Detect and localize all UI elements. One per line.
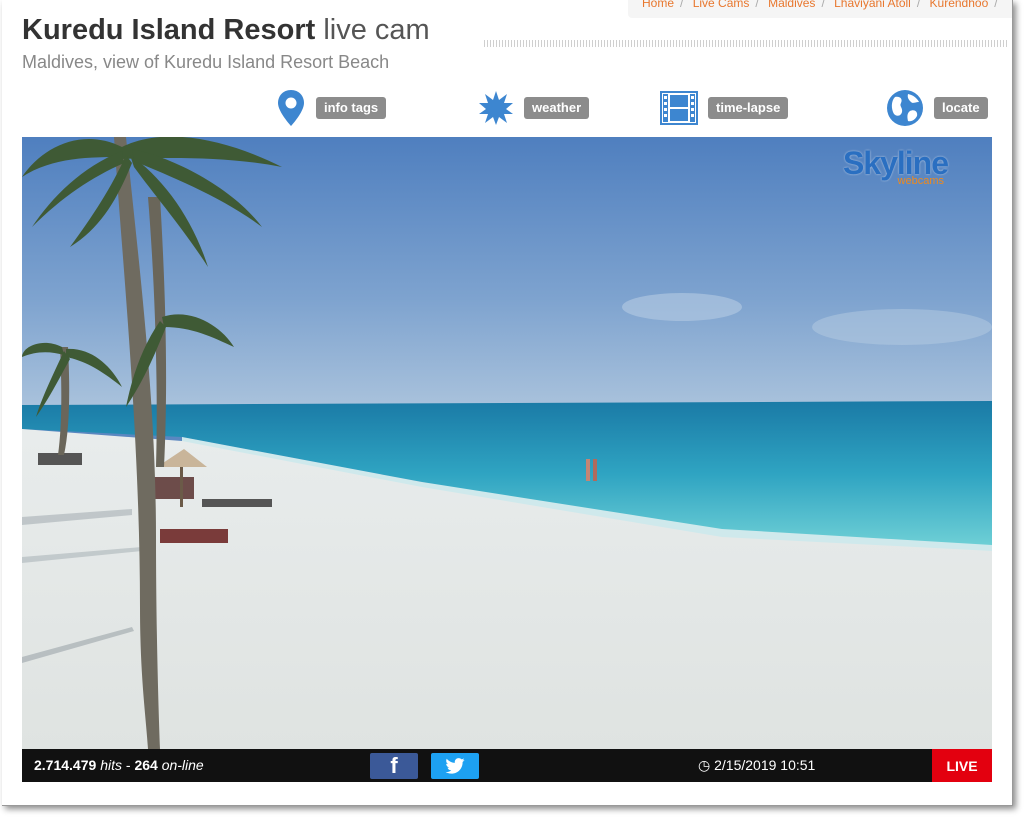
- online-value: 264: [134, 757, 158, 773]
- locate-button[interactable]: locate: [886, 88, 988, 128]
- weather-label: weather: [524, 97, 590, 119]
- timestamp: ◷ 2/15/2019 10:51: [698, 757, 815, 774]
- header-stripe: [484, 40, 1008, 47]
- breadcrumb-lhaviyani[interactable]: Lhaviyani Atoll: [834, 0, 911, 10]
- page-title: Kuredu Island Resort live cam: [22, 14, 430, 47]
- time-lapse-button[interactable]: time-lapse: [660, 88, 789, 128]
- breadcrumb-live-cams[interactable]: Live Cams: [693, 0, 750, 10]
- breadcrumb: Home / Live Cams / Maldives / Lhaviyani Ato…: [628, 0, 1012, 18]
- hits-label: hits: [100, 757, 122, 773]
- facebook-share-button[interactable]: f: [370, 753, 418, 779]
- weather-button[interactable]: weather: [478, 88, 590, 128]
- breadcrumb-maldives[interactable]: Maldives: [768, 0, 815, 10]
- title-light: live cam: [323, 14, 430, 46]
- info-tags-label: info tags: [316, 97, 387, 119]
- title-bold: Kuredu Island Resort: [22, 14, 316, 46]
- player-info-bar: 2.714.479 hits - 264 on-line f ◷ 2/15/20…: [22, 749, 992, 782]
- clock-icon: ◷: [698, 757, 711, 773]
- weather-burst-icon: [479, 91, 513, 125]
- film-icon: [660, 91, 698, 125]
- breadcrumb-kurendhoo[interactable]: Kurendhoo: [930, 0, 989, 10]
- page-frame: Kuredu Island Resort live cam Maldives, …: [2, 0, 1013, 806]
- facebook-icon: f: [390, 753, 398, 778]
- hits-value: 2.714.479: [34, 757, 97, 773]
- twitter-icon: [445, 758, 465, 774]
- time-lapse-label: time-lapse: [708, 97, 789, 119]
- webcam-view[interactable]: Skyline webcams: [22, 137, 992, 749]
- twitter-share-button[interactable]: [431, 753, 479, 779]
- breadcrumb-home[interactable]: Home: [642, 0, 674, 10]
- globe-icon: [887, 90, 923, 126]
- locate-label: locate: [934, 97, 988, 119]
- beach-scene: [22, 137, 992, 749]
- page-subtitle: Maldives, view of Kuredu Island Resort B…: [22, 52, 390, 72]
- live-badge[interactable]: LIVE: [932, 749, 992, 782]
- map-pin-icon: [278, 90, 304, 126]
- online-label: on-line: [161, 757, 204, 773]
- hit-counter: 2.714.479 hits - 264 on-line: [34, 757, 204, 773]
- skyline-logo: Skyline webcams: [843, 147, 949, 187]
- info-tags-button[interactable]: info tags: [276, 88, 387, 128]
- datetime-value: 2/15/2019 10:51: [714, 757, 816, 773]
